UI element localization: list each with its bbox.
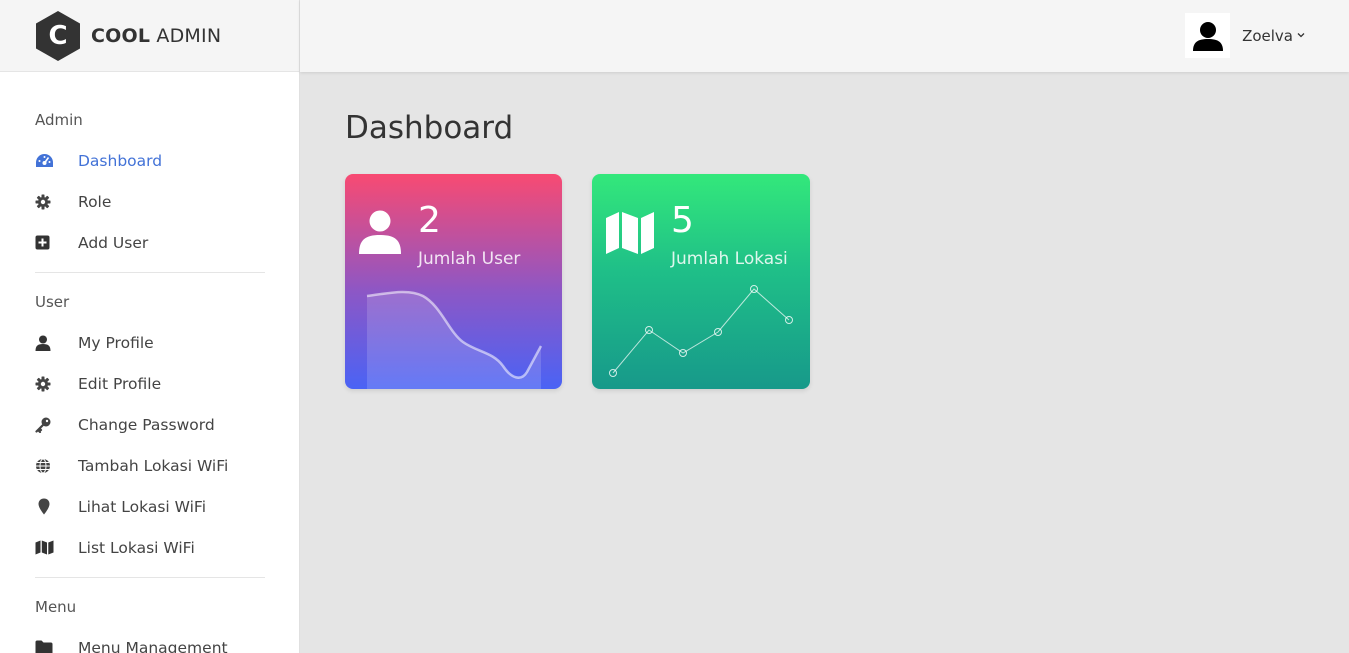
user-avatar-icon: [1192, 21, 1223, 51]
map-icon: [606, 210, 654, 260]
account-name[interactable]: Zoelva: [1242, 27, 1293, 45]
plus-square-icon: [35, 234, 55, 252]
sidebar-item-label: Tambah Lokasi WiFi: [78, 456, 229, 475]
card-label: Jumlah User: [418, 249, 521, 269]
gear-icon: [35, 193, 55, 211]
key-icon: [35, 416, 55, 434]
sidebar-item-edit-profile[interactable]: Edit Profile: [35, 363, 264, 404]
card-label: Jumlah Lokasi: [671, 249, 788, 269]
sidebar-item-role[interactable]: Role: [35, 181, 264, 222]
page-title: Dashboard: [345, 110, 514, 146]
top-header: Zoelva: [300, 0, 1349, 72]
gear-icon: [35, 375, 55, 393]
sidebar-item-tambah-lokasi-wifi[interactable]: Tambah Lokasi WiFi: [35, 445, 264, 486]
sidebar-item-label: Edit Profile: [78, 374, 162, 393]
stat-card-locations[interactable]: 5 Jumlah Lokasi: [592, 174, 810, 389]
folder-icon: [35, 639, 55, 653]
sidebar-item-add-user[interactable]: Add User: [35, 222, 264, 263]
brand-name-bold: COOL: [91, 24, 151, 47]
sidebar-item-label: Change Password: [78, 415, 215, 434]
chevron-down-icon[interactable]: [1297, 30, 1305, 41]
sidebar-item-label: Add User: [78, 233, 149, 252]
globe-icon: [35, 457, 55, 475]
sidebar: C COOL ADMIN Admin Dashboard Role Add Us: [0, 0, 300, 653]
brand-name-regular: ADMIN: [156, 24, 222, 47]
nav-heading-user: User: [35, 293, 70, 311]
stat-card-users[interactable]: 2 Jumlah User: [345, 174, 562, 389]
sidebar-nav: Admin Dashboard Role Add User User My Pr…: [0, 72, 299, 653]
sidebar-item-label: List Lokasi WiFi: [78, 538, 195, 557]
tachometer-icon: [35, 152, 55, 170]
account-menu[interactable]: Zoelva: [1185, 13, 1305, 58]
avatar[interactable]: [1185, 13, 1231, 58]
card-value: 2: [418, 200, 441, 241]
sidebar-item-label: Lihat Lokasi WiFi: [78, 497, 207, 516]
svg-text:C: C: [48, 21, 67, 51]
users-sparkline: [366, 290, 543, 389]
sidebar-item-dashboard[interactable]: Dashboard: [35, 140, 264, 181]
card-value: 5: [671, 200, 694, 241]
map-icon: [35, 539, 55, 557]
sidebar-item-list-lokasi-wifi[interactable]: List Lokasi WiFi: [35, 527, 264, 568]
logo-hexagon-icon: C: [36, 10, 80, 61]
sidebar-item-label: Menu Management: [78, 638, 228, 653]
sidebar-item-lihat-lokasi-wifi[interactable]: Lihat Lokasi WiFi: [35, 486, 264, 527]
sidebar-item-menu-management[interactable]: Menu Management: [35, 627, 264, 653]
user-icon: [359, 210, 401, 258]
sidebar-item-change-password[interactable]: Change Password: [35, 404, 264, 445]
sidebar-item-my-profile[interactable]: My Profile: [35, 322, 264, 363]
sidebar-item-label: Dashboard: [78, 151, 163, 170]
sidebar-item-label: Role: [78, 192, 112, 211]
nav-heading-admin: Admin: [35, 111, 83, 129]
sidebar-item-label: My Profile: [78, 333, 154, 352]
user-icon: [35, 334, 55, 352]
map-marker-icon: [35, 498, 55, 516]
brand-logo[interactable]: C COOL ADMIN: [0, 0, 299, 72]
locations-line-chart: [609, 285, 793, 377]
brand-name: COOL ADMIN: [91, 25, 221, 47]
nav-heading-menu: Menu: [35, 598, 77, 616]
